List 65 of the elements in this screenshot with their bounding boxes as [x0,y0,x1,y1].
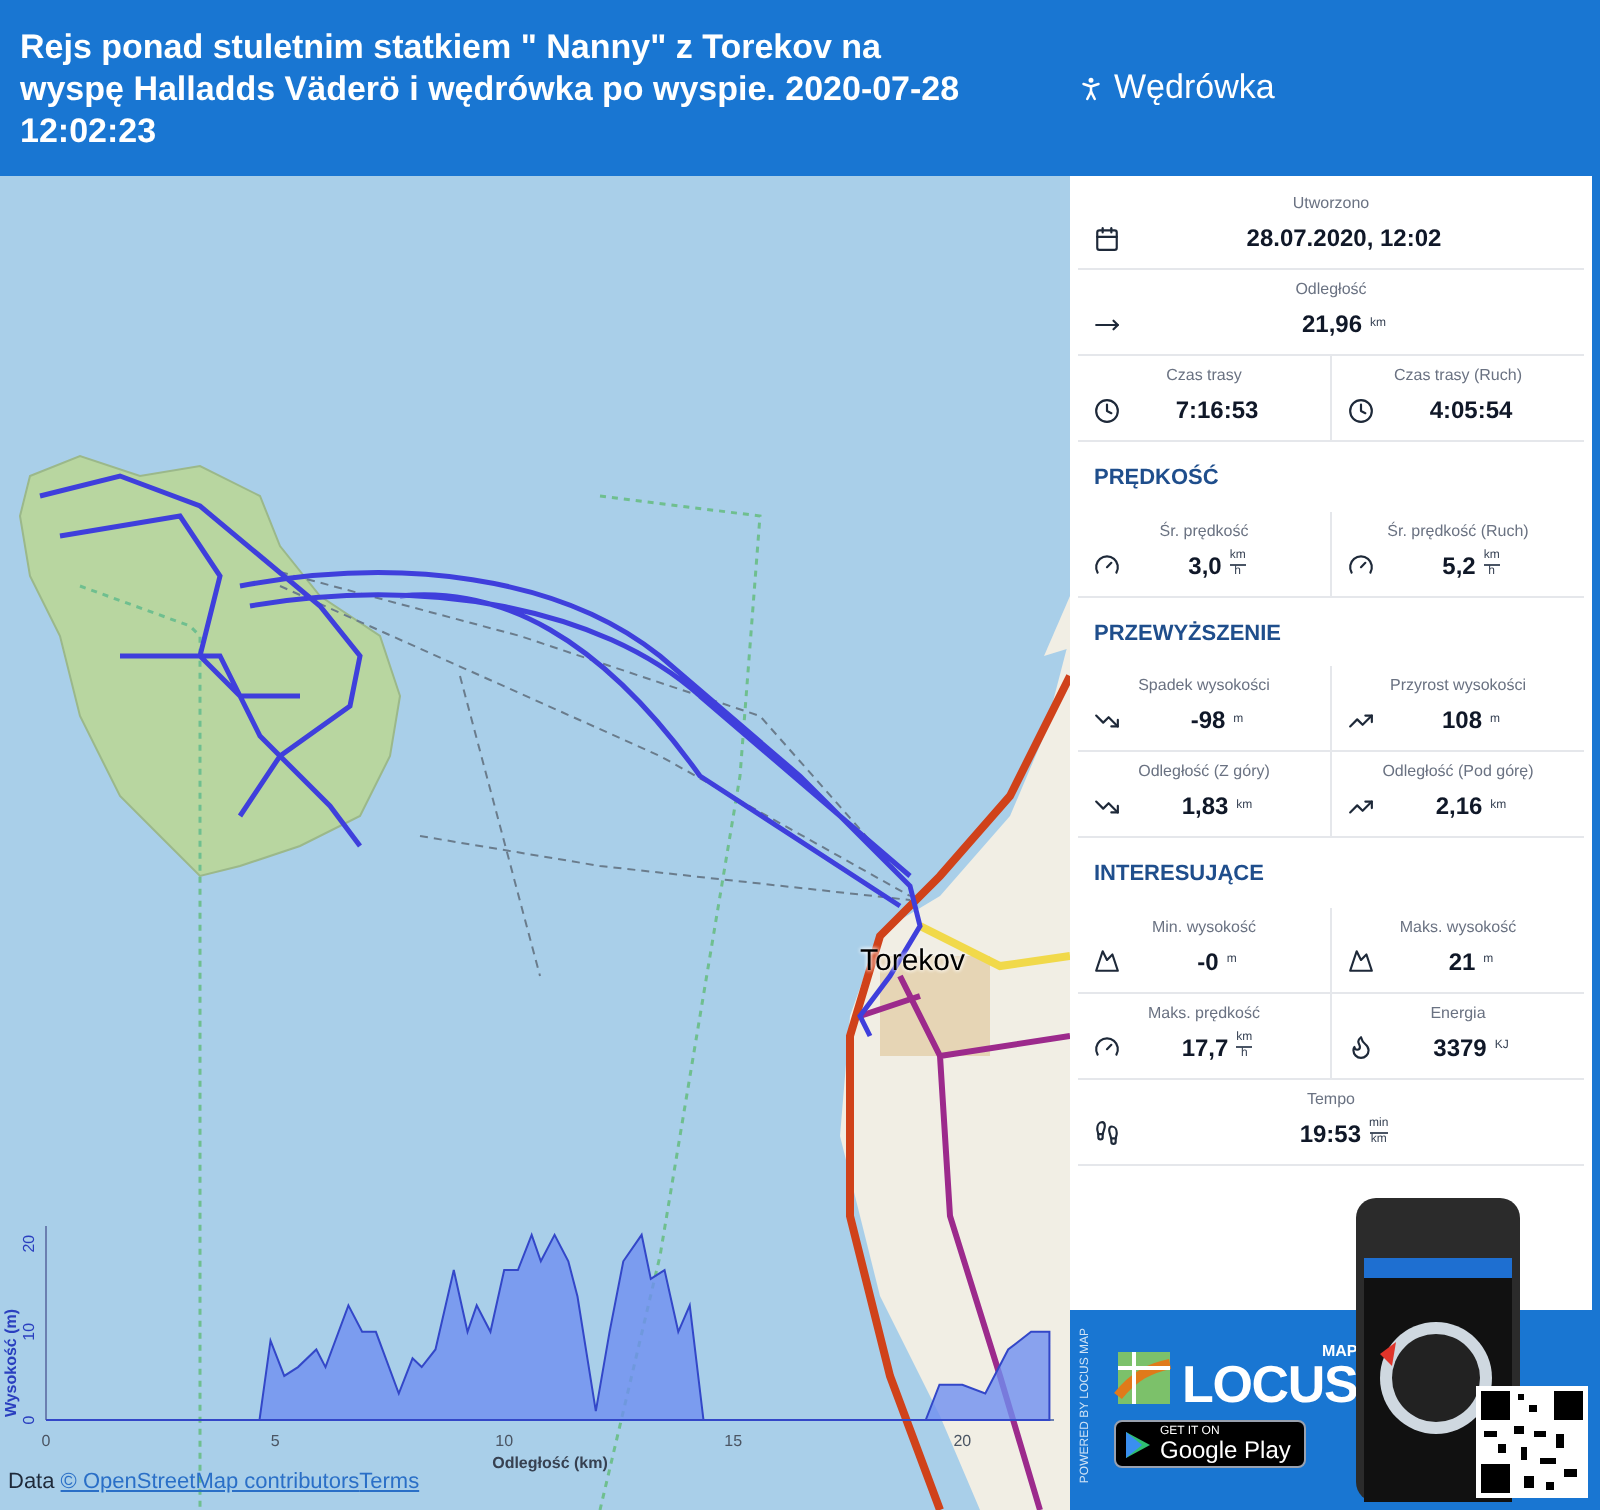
map-logo-icon [1114,1348,1174,1408]
logo-small-text: MAP [1321,1344,1358,1360]
stat-value: 19:53 [1299,1117,1362,1151]
x-axis-label: Odległość (km) [492,1454,608,1472]
stat-value: -0 [1197,945,1219,979]
track-title: Rejs ponad stuletnim statkiem " Nanny" z Torekov na wyspę Halladds Väderö i wędrówka po wyspie. 2020-07-28 12:02:23 [20,25,962,151]
stat-label: Min. wysokość [1151,915,1256,939]
stat-value: 3,0 [1188,549,1222,583]
footprints-icon [1094,1120,1120,1146]
stat-label: Energia [1430,1001,1486,1025]
qr-code-drawing [1476,1386,1588,1498]
stat-label: Czas trasy (Ruch) [1393,364,1522,388]
gauge-icon [1348,552,1374,578]
stat-label: Czas trasy [1166,364,1242,388]
stat-value: 7:16:53 [1175,394,1259,428]
stat-value: 4:05:54 [1429,394,1513,428]
stat-label: Śr. prędkość [1159,519,1249,543]
logo-text: LOCUS [1182,1360,1358,1408]
stat-label: Przyrost wysokości [1389,674,1526,698]
store-name: Google Play [1160,1438,1291,1462]
x-tick-label: 5 [270,1432,281,1450]
x-tick-label: 0 [41,1432,52,1450]
gauge-icon [1094,552,1120,578]
section-title: PRĘDKOŚĆ [1092,462,1221,494]
flame-icon [1348,1034,1374,1060]
stat-value: 108 [1441,704,1483,738]
clock-icon [1348,397,1374,423]
y-axis-label: Wysokość (m) [2,1308,20,1418]
stat-value: 17,7 [1181,1031,1229,1065]
stat-label: Utworzono [1292,192,1370,216]
stat-label: Odległość (Pod górę) [1382,760,1534,784]
section-title: INTERESUJĄCE [1092,860,1266,890]
section-title: PRZEWYŻSZENIE [1092,619,1284,649]
activity-type: Wędrówka [1114,66,1275,111]
stat-label: Spadek wysokości [1138,674,1270,698]
stat-value: 21,96 [1301,308,1363,342]
y-tick-label: 20 [20,1233,38,1253]
calendar-icon [1094,225,1120,251]
stat-label: Maks. wysokość [1399,915,1517,939]
stat-value: 1,83 [1181,790,1229,824]
stat-value: 3379 [1433,1031,1487,1065]
terms-link[interactable]: Terms [359,1470,420,1494]
stat-label: Śr. prędkość (Ruch) [1387,519,1529,543]
stat-value: 21 [1448,945,1476,979]
y-tick-label: 0 [20,1414,38,1425]
osm-link[interactable]: © OpenStreetMap contributors [60,1470,360,1494]
stat-value: -98 [1190,704,1226,738]
y-axis: 0 10 20 [20,1225,47,1425]
stat-value: 5,2 [1442,549,1476,583]
stat-value: 2,16 [1435,790,1483,824]
x-tick-label: 10 [495,1432,515,1450]
stat-label: Tempo [1306,1087,1355,1111]
x-tick-label: 15 [724,1432,744,1450]
attribution-text: Data © OpenStreetMap contributorsTerms [8,1468,420,1498]
x-tick-label: 20 [953,1432,973,1450]
gauge-icon [1094,1034,1120,1060]
mountain-icon [1348,948,1374,974]
stat-label: Odległość (Z góry) [1138,760,1270,784]
mountain-icon [1094,948,1120,974]
y-tick-label: 10 [20,1321,38,1341]
stat-value: 28.07.2020, 12:02 [1246,222,1442,256]
stat-label: Maks. prędkość [1147,1001,1261,1025]
play-store-icon [1124,1429,1152,1459]
stat-label: Odległość [1295,278,1367,302]
clock-icon [1094,397,1120,423]
